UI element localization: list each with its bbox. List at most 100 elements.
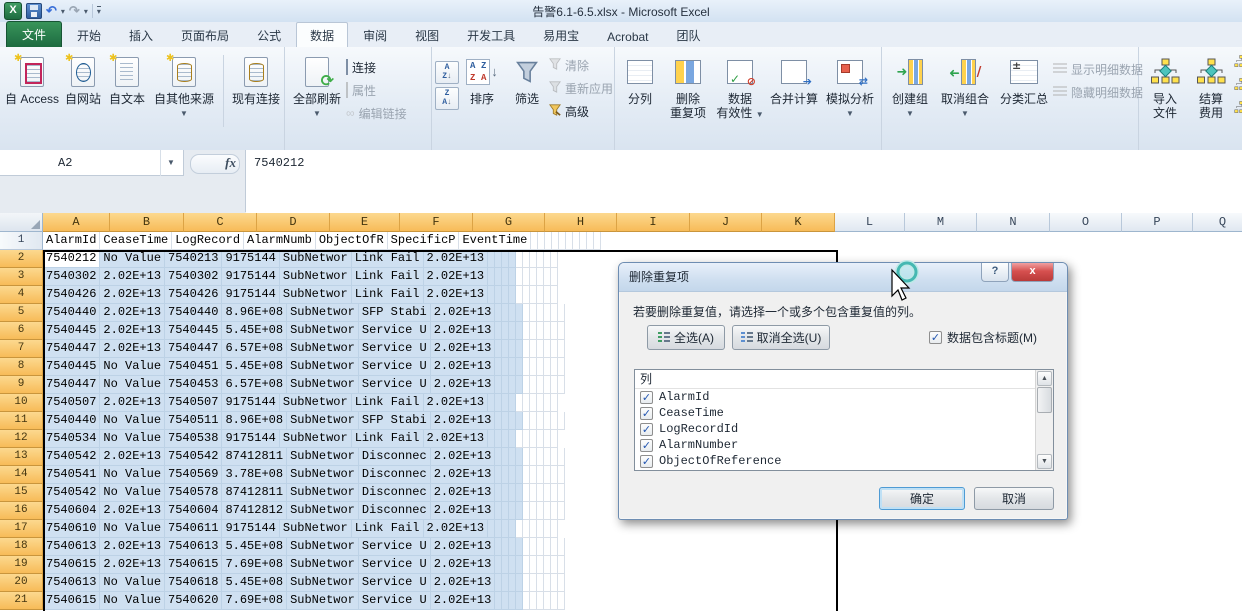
column-header-C[interactable]: C xyxy=(184,213,257,232)
cell-L8[interactable] xyxy=(523,358,530,376)
cell-P15[interactable] xyxy=(551,484,558,502)
cell-Q13[interactable] xyxy=(558,448,565,466)
cell-P3[interactable] xyxy=(544,268,551,286)
cell-G18[interactable]: 2.02E+13 xyxy=(431,538,496,556)
cell-O13[interactable] xyxy=(544,448,551,466)
tab-page-layout[interactable]: 页面布局 xyxy=(168,23,242,47)
cell-A19[interactable]: 7540615 xyxy=(43,556,100,574)
cell-O1[interactable] xyxy=(580,232,587,250)
cell-J14[interactable] xyxy=(509,466,516,484)
cell-M11[interactable] xyxy=(530,412,537,430)
cell-M4[interactable] xyxy=(523,286,530,304)
cell-G13[interactable]: 2.02E+13 xyxy=(431,448,496,466)
cell-J18[interactable] xyxy=(509,538,516,556)
cell-Q4[interactable] xyxy=(551,286,558,304)
cell-M1[interactable] xyxy=(566,232,573,250)
cell-K19[interactable] xyxy=(516,556,523,574)
row-header-16[interactable]: 16 xyxy=(0,502,43,520)
cell-L11[interactable] xyxy=(523,412,530,430)
cell-E20[interactable]: SubNetwor xyxy=(287,574,359,592)
tab-acrobat[interactable]: Acrobat xyxy=(594,26,661,47)
cell-E5[interactable]: SubNetwor xyxy=(287,304,359,322)
cell-A3[interactable]: 7540302 xyxy=(43,268,100,286)
cell-L2[interactable] xyxy=(516,250,523,268)
cell-K11[interactable] xyxy=(516,412,523,430)
cell-N18[interactable] xyxy=(537,538,544,556)
cell-I18[interactable] xyxy=(502,538,509,556)
cell-O9[interactable] xyxy=(544,376,551,394)
text-to-columns-button[interactable]: 分列 xyxy=(618,51,662,133)
cell-I12[interactable] xyxy=(495,430,502,448)
cell-F17[interactable]: Link Fail xyxy=(352,520,424,538)
show-detail-button[interactable]: 显示明细数据 xyxy=(1053,59,1143,79)
column-header-A[interactable]: A xyxy=(43,213,110,232)
edit-links-button[interactable]: ∞ 编辑链接 xyxy=(346,103,407,123)
cell-F8[interactable]: Service U xyxy=(359,358,431,376)
cell-K14[interactable] xyxy=(516,466,523,484)
dialog-column-item-LogRecordId[interactable]: ✓LogRecordId xyxy=(635,421,1053,437)
fx-icon[interactable]: fx xyxy=(225,155,236,171)
cell-A6[interactable]: 7540445 xyxy=(43,322,100,340)
cell-H16[interactable] xyxy=(495,502,502,520)
scroll-down-icon[interactable]: ▼ xyxy=(1037,454,1052,469)
cell-C4[interactable]: 7540426 xyxy=(165,286,222,304)
hide-detail-button[interactable]: 隐藏明细数据 xyxy=(1053,82,1143,102)
cell-J15[interactable] xyxy=(509,484,516,502)
cell-H19[interactable] xyxy=(495,556,502,574)
cell-K2[interactable] xyxy=(509,250,516,268)
cell-Q1[interactable] xyxy=(594,232,601,250)
row-header-18[interactable]: 18 xyxy=(0,538,43,556)
row-header-10[interactable]: 10 xyxy=(0,394,43,412)
cell-E14[interactable]: SubNetwor xyxy=(287,466,359,484)
cell-I2[interactable] xyxy=(495,250,502,268)
cell-H3[interactable] xyxy=(488,268,495,286)
cell-P14[interactable] xyxy=(551,466,558,484)
cell-F6[interactable]: Service U xyxy=(359,322,431,340)
cell-G7[interactable]: 2.02E+13 xyxy=(431,340,496,358)
cell-G17[interactable]: 2.02E+13 xyxy=(424,520,489,538)
cell-G15[interactable]: 2.02E+13 xyxy=(431,484,496,502)
existing-connections-button[interactable]: 现有连接 xyxy=(228,51,284,133)
cell-H20[interactable] xyxy=(495,574,502,592)
cell-O6[interactable] xyxy=(544,322,551,340)
cell-J6[interactable] xyxy=(509,322,516,340)
cell-N5[interactable] xyxy=(537,304,544,322)
cell-N16[interactable] xyxy=(537,502,544,520)
cell-Q2[interactable] xyxy=(551,250,558,268)
cell-K5[interactable] xyxy=(516,304,523,322)
checkbox-icon[interactable]: ✓ xyxy=(640,423,653,436)
cell-N4[interactable] xyxy=(530,286,537,304)
row-header-20[interactable]: 20 xyxy=(0,574,43,592)
advanced-filter-button[interactable]: 高级 xyxy=(549,101,613,121)
cell-O2[interactable] xyxy=(537,250,544,268)
cell-N14[interactable] xyxy=(537,466,544,484)
cell-B11[interactable]: No Value xyxy=(100,412,165,430)
cell-H17[interactable] xyxy=(488,520,495,538)
cell-F21[interactable]: Service U xyxy=(359,592,431,610)
cell-I15[interactable] xyxy=(502,484,509,502)
cell-H14[interactable] xyxy=(495,466,502,484)
cell-F16[interactable]: Disconnec xyxy=(359,502,431,520)
mini-report-button-3[interactable]: 显 xyxy=(1234,99,1242,119)
row-header-17[interactable]: 17 xyxy=(0,520,43,538)
clear-filter-button[interactable]: 清除 xyxy=(549,55,613,75)
sort-az-button[interactable]: AZ↓ xyxy=(435,61,459,84)
cell-P1[interactable] xyxy=(587,232,594,250)
cell-N12[interactable] xyxy=(530,430,537,448)
cell-J2[interactable] xyxy=(502,250,509,268)
cell-B18[interactable]: 2.02E+13 xyxy=(100,538,165,556)
cell-C13[interactable]: 7540542 xyxy=(165,448,222,466)
cell-C17[interactable]: 7540611 xyxy=(165,520,222,538)
cell-O12[interactable] xyxy=(537,430,544,448)
cell-C11[interactable]: 7540511 xyxy=(165,412,222,430)
cell-E13[interactable]: SubNetwor xyxy=(287,448,359,466)
cell-I21[interactable] xyxy=(502,592,509,610)
cell-M13[interactable] xyxy=(530,448,537,466)
cell-B12[interactable]: No Value xyxy=(100,430,165,448)
cell-M16[interactable] xyxy=(530,502,537,520)
cell-D9[interactable]: 6.57E+08 xyxy=(222,376,287,394)
cell-F19[interactable]: Service U xyxy=(359,556,431,574)
cell-I20[interactable] xyxy=(502,574,509,592)
from-access-button[interactable]: 自 Access xyxy=(3,51,61,133)
cell-A8[interactable]: 7540445 xyxy=(43,358,100,376)
